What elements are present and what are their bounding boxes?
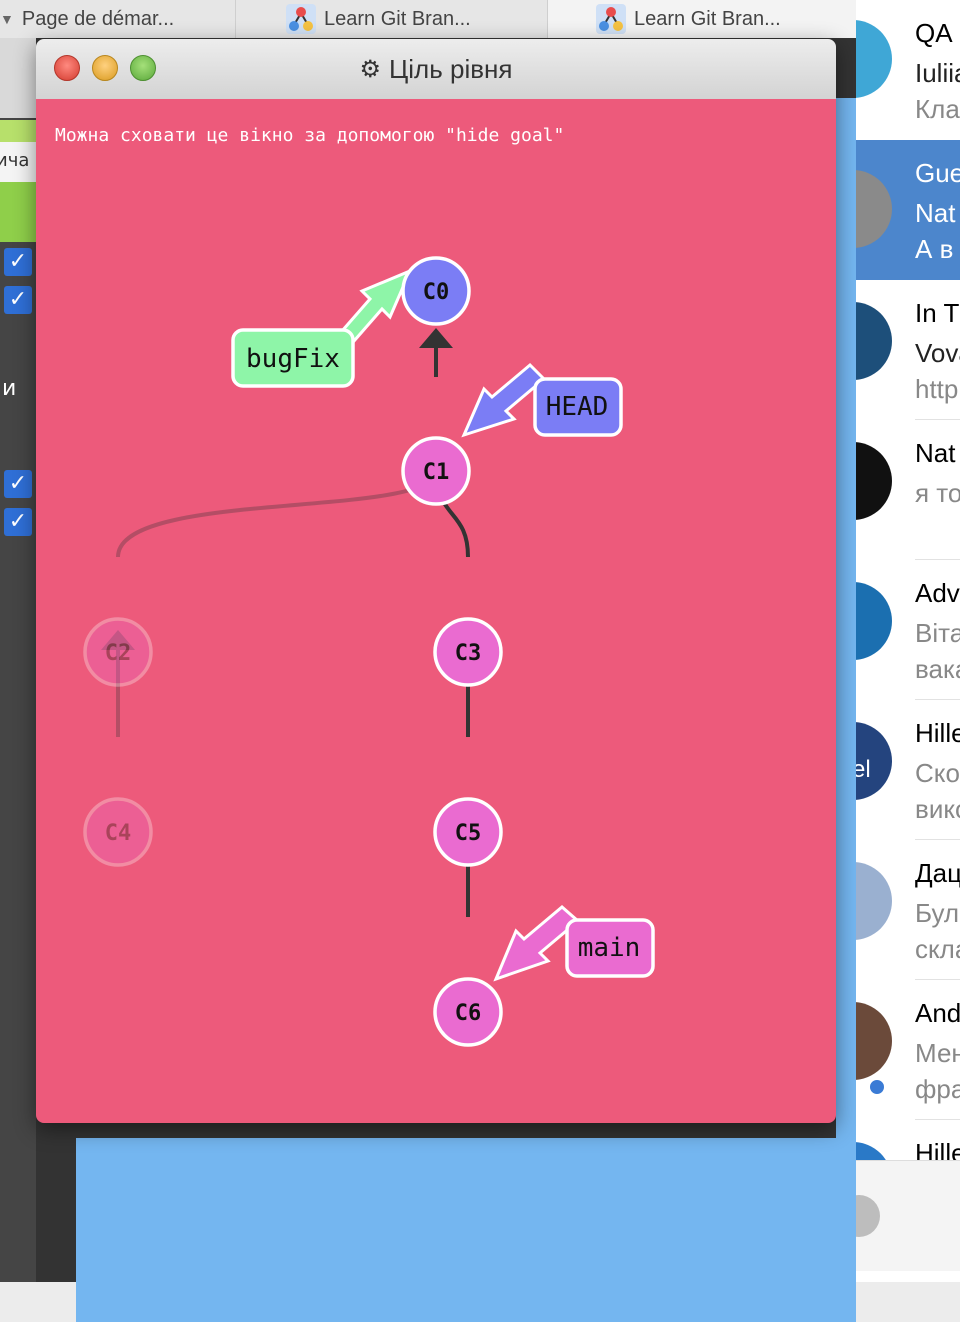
background-app-panel: ича ✓ ✓ и ✓ ✓ (0, 38, 36, 1282)
branch-label-head[interactable]: HEAD (533, 377, 623, 437)
online-status-dot (868, 1078, 886, 1096)
chat-title: Adv (915, 578, 960, 608)
partial-label: ича (0, 150, 30, 171)
chat-preview: http (915, 374, 959, 404)
chat-preview: Віта (915, 618, 960, 648)
commit-node-c4[interactable]: C4 (83, 797, 153, 867)
commit-label: C2 (105, 641, 132, 666)
chat-preview: вака (915, 654, 960, 684)
chat-list-item[interactable]: In T Vova http (856, 280, 960, 420)
branch-name: main (578, 933, 641, 963)
branch-name: bugFix (246, 344, 340, 374)
background-panel-header (0, 38, 36, 118)
avatar (856, 302, 892, 380)
bugfix-branch-arrow-icon (339, 268, 413, 344)
chat-list-item-selected[interactable]: Gue Nat А в (856, 140, 960, 280)
chat-preview: вико (915, 794, 960, 824)
browser-tab-learn-git-2[interactable]: Learn Git Bran... (548, 0, 857, 38)
goal-visualization: Можна сховати це вікно за допомогою "hid… (36, 99, 836, 1123)
tab-label: Learn Git Bran... (634, 7, 781, 30)
chat-title: Hille (915, 718, 960, 748)
commit-label: C5 (455, 821, 482, 846)
commit-node-c3[interactable]: C3 (433, 617, 503, 687)
commit-tree: C0 C1 C2 C3 C4 C5 C6 bugFix HEAD main (83, 256, 655, 1047)
browser-tab-strip: ▼ Page de démar... Learn Git Bran... Lea… (0, 0, 857, 39)
chat-preview: Кла (915, 94, 960, 124)
commit-label: C0 (423, 280, 450, 305)
level-goal-dialog: ⚙ Ціль рівня Можна сховати це вікно за д… (36, 39, 836, 1123)
branch-name: HEAD (546, 392, 609, 422)
head-branch-arrow-icon (461, 362, 547, 438)
chat-preview: А в (915, 234, 954, 264)
commit-label: C6 (455, 1001, 482, 1026)
commit-label: C3 (455, 641, 482, 666)
dialog-title: ⚙ Ціль рівня (36, 39, 836, 99)
avatar (856, 170, 892, 248)
git-branch-favicon-icon (286, 4, 316, 34)
avatar-text: el (856, 756, 871, 783)
chat-list-item[interactable]: Nat я то (856, 420, 960, 560)
chat-preview: Ско (915, 758, 960, 788)
commit-label: C1 (423, 460, 450, 485)
commit-node-c5[interactable]: C5 (433, 797, 503, 867)
edge-c1-c0 (419, 328, 453, 377)
background-green-row (0, 182, 36, 242)
avatar (856, 442, 892, 520)
chat-title: Дац (915, 858, 960, 888)
chat-title: In T (915, 298, 960, 328)
chat-title: And (915, 998, 960, 1028)
chevron-down-icon: ▼ (0, 11, 14, 27)
browser-tab-learn-git-1[interactable]: Learn Git Bran... (236, 0, 548, 38)
progress-bar (0, 120, 36, 142)
dialog-titlebar: ⚙ Ціль рівня (36, 39, 836, 100)
chat-preview: скла (915, 934, 960, 964)
checkbox-checked-icon[interactable]: ✓ (4, 470, 32, 498)
chat-preview: фра (915, 1074, 960, 1104)
commit-node-c1[interactable]: C1 (401, 436, 471, 506)
checkbox-checked-icon[interactable]: ✓ (4, 248, 32, 276)
tab-label: Learn Git Bran... (324, 7, 471, 30)
avatar (856, 582, 892, 660)
git-branch-favicon-icon (596, 4, 626, 34)
avatar (856, 1002, 892, 1080)
checkbox-checked-icon[interactable]: ✓ (4, 286, 32, 314)
chat-title: QA (915, 18, 953, 48)
user-avatar-icon[interactable] (856, 1195, 880, 1237)
edge-c2-c1 (116, 470, 438, 558)
gear-icon: ⚙ (359, 55, 382, 83)
dialog-title-text: Ціль рівня (389, 53, 513, 84)
chat-list-item[interactable]: Дац Буле скла (856, 840, 960, 980)
chat-list-item[interactable]: Adv Віта вака (856, 560, 960, 700)
branch-label-bugfix[interactable]: bugFix (231, 328, 355, 388)
background-visualization-strip (836, 98, 856, 1238)
commit-node-c6[interactable]: C6 (433, 977, 503, 1047)
commit-node-c0[interactable]: C0 (401, 256, 471, 326)
chat-list-item[interactable]: And Мен фра (856, 980, 960, 1120)
chat-footer (856, 1160, 960, 1271)
checkbox-checked-icon[interactable]: ✓ (4, 508, 32, 536)
branch-label-main[interactable]: main (565, 918, 655, 978)
chat-list-item[interactable]: QA Iuliia Кла (856, 0, 960, 140)
browser-tab-start-page[interactable]: ▼ Page de démar... (0, 0, 236, 38)
chat-preview: Буле (915, 898, 960, 928)
chat-preview: Мен (915, 1038, 960, 1068)
chat-preview: я то (915, 478, 960, 508)
chat-title: Nat (915, 438, 956, 468)
chat-sender: Nat (915, 198, 956, 228)
tab-label: Page de démar... (21, 7, 175, 30)
background-row: ича (0, 142, 36, 182)
commit-label: C4 (105, 821, 132, 846)
avatar (856, 862, 892, 940)
chat-list-panel: QA Iuliia Кла Gue Nat А в In T Vova http… (856, 0, 960, 1282)
commit-node-c2[interactable]: C2 (83, 617, 153, 687)
chat-title: Gue (915, 158, 960, 188)
chat-list-item[interactable]: el Hille Ско вико (856, 700, 960, 840)
chat-sender: Iuliia (915, 58, 960, 88)
background-visualization-area (76, 1138, 856, 1322)
partial-label: и (2, 376, 17, 401)
chat-sender: Vova (915, 338, 960, 368)
avatar (856, 20, 892, 98)
